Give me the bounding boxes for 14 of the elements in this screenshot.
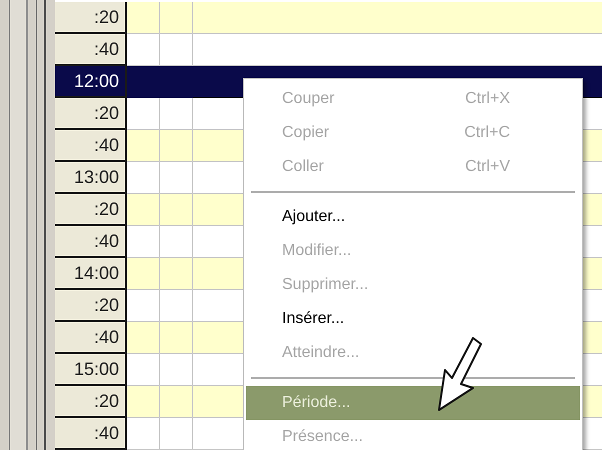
time-cell: 15:00: [55, 354, 127, 386]
time-cell: :40: [55, 322, 127, 354]
time-cell: :40: [55, 226, 127, 258]
time-cell: :40: [55, 34, 127, 66]
time-cell: 14:00: [55, 258, 127, 290]
time-cell: :20: [55, 2, 127, 34]
time-cell: :20: [55, 194, 127, 226]
time-cell: :20: [55, 290, 127, 322]
time-cell: :40: [55, 130, 127, 162]
time-cell: 12:00: [55, 66, 127, 98]
time-cell: :20: [55, 98, 127, 130]
time-cell: 13:00: [55, 162, 127, 194]
time-cell: :40: [55, 418, 127, 450]
time-cell: :20: [55, 386, 127, 418]
